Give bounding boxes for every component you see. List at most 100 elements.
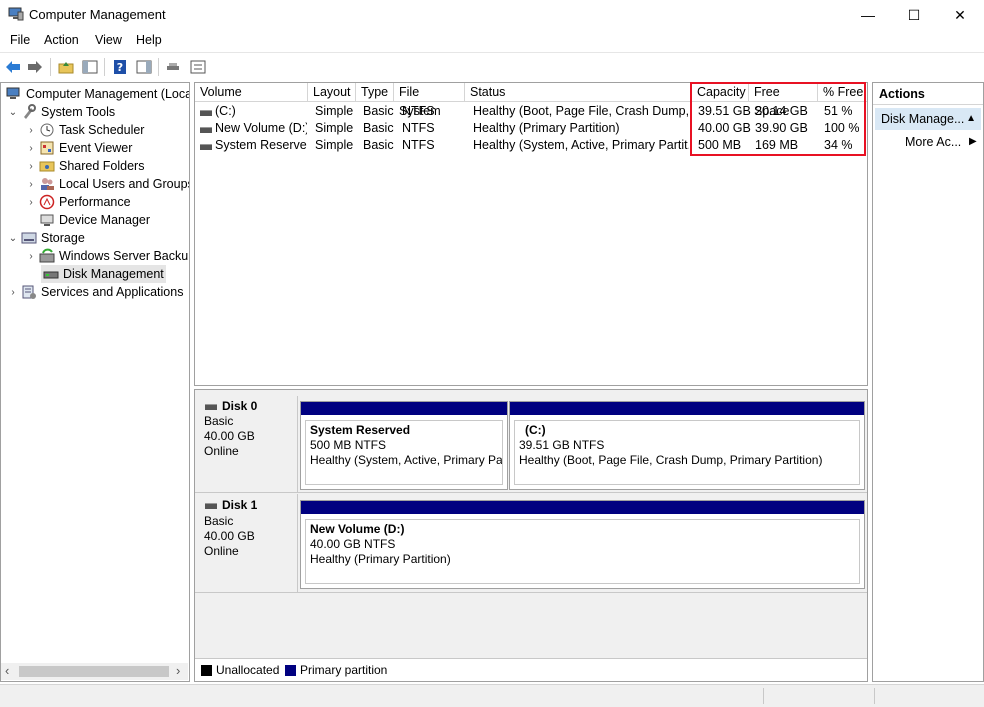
tree-node-device-manager[interactable]: Device Manager: [25, 211, 150, 229]
action-more-actions[interactable]: More Ac...: [905, 135, 961, 149]
tree-node-windows-server-backup[interactable]: › Windows Server Backup: [25, 247, 189, 265]
chevron-down-icon[interactable]: ⌄: [7, 107, 19, 118]
volume-name[interactable]: System Reserved: [215, 137, 307, 154]
partition-size: 40.00 GB NTFS: [310, 537, 396, 551]
tree-node-task-scheduler[interactable]: › Task Scheduler: [25, 121, 144, 139]
chevron-right-icon[interactable]: ›: [25, 143, 37, 154]
submenu-arrow-icon[interactable]: ▶: [969, 136, 977, 147]
chevron-right-icon[interactable]: ›: [25, 161, 37, 172]
computer-management-icon: [8, 7, 24, 21]
menu-help[interactable]: Help: [136, 33, 162, 47]
tree-label: Task Scheduler: [59, 123, 145, 137]
chevron-right-icon[interactable]: ›: [25, 179, 37, 190]
tree-label: Disk Management: [63, 267, 164, 281]
tree-node-local-users-groups[interactable]: › Local Users and Groups: [25, 175, 189, 193]
toolbar-separator: [158, 58, 159, 76]
tree-node-storage[interactable]: ⌄ Storage: [7, 229, 85, 247]
volume-name[interactable]: (C:): [215, 103, 307, 120]
toolbar-separator: [104, 58, 105, 76]
tree-node-disk-management[interactable]: Disk Management: [41, 265, 166, 283]
disk-1-info[interactable]: Disk 1 Basic 40.00 GB Online: [195, 494, 298, 592]
event-log-icon: [39, 140, 55, 156]
chevron-down-icon[interactable]: ⌄: [7, 233, 19, 244]
maximize-button[interactable]: ☐: [891, 0, 937, 30]
volume-name[interactable]: New Volume (D:): [215, 120, 307, 137]
legend-label-primary: Primary partition: [300, 663, 388, 677]
actions-pane: Actions Disk Manage... ▲ More Ac... ▶: [872, 82, 984, 682]
chevron-right-icon[interactable]: ›: [25, 125, 37, 136]
partition-c-drive[interactable]: (C:) 39.51 GB NTFS Healthy (Boot, Page F…: [509, 401, 865, 490]
menu-view[interactable]: View: [95, 33, 122, 47]
show-hide-tree-icon[interactable]: [81, 58, 99, 76]
volume-status: Healthy (Primary Partition): [473, 121, 620, 135]
disk-name: Disk 1: [222, 498, 258, 512]
tree-node-event-viewer[interactable]: › Event Viewer: [25, 139, 132, 157]
tree-label: Services and Applications: [41, 285, 184, 299]
partition-title: New Volume (D:): [310, 522, 405, 536]
column-header-file-system[interactable]: File System: [394, 83, 465, 118]
volume-type: Basic: [363, 138, 394, 152]
disk-state: Online: [204, 444, 239, 458]
disk-type: Basic: [204, 514, 234, 528]
menu-file[interactable]: File: [10, 33, 30, 47]
tree-label: Performance: [59, 195, 131, 209]
partition-system-reserved[interactable]: System Reserved 500 MB NTFS Healthy (Sys…: [300, 401, 508, 490]
volume-layout: Simple: [315, 138, 354, 152]
status-bar: [0, 684, 984, 707]
performance-icon: [39, 194, 55, 210]
column-header-type[interactable]: Type: [356, 83, 394, 102]
shared-folder-icon: [39, 158, 55, 174]
properties-icon[interactable]: [189, 58, 207, 76]
disk-icon: [205, 404, 217, 410]
show-hide-action-pane-icon[interactable]: [135, 58, 153, 76]
backup-icon: [39, 248, 55, 264]
chevron-right-icon[interactable]: ›: [25, 251, 37, 262]
tree-node-computer-management[interactable]: Computer Management (Local: [4, 85, 189, 103]
volume-status: Healthy (System, Active, Primary Partit.…: [473, 138, 689, 152]
svg-text:?: ?: [117, 61, 123, 74]
tree-node-shared-folders[interactable]: › Shared Folders: [25, 157, 144, 175]
users-icon: [39, 176, 55, 192]
tree-node-performance[interactable]: › Performance: [25, 193, 131, 211]
tree-node-system-tools[interactable]: ⌄ System Tools: [7, 103, 115, 121]
scroll-right-icon[interactable]: ›: [176, 663, 180, 678]
collapse-up-icon[interactable]: ▲: [966, 108, 976, 130]
menu-action[interactable]: Action: [44, 33, 79, 47]
disk-0-info[interactable]: Disk 0 Basic 40.00 GB Online: [195, 396, 298, 492]
chevron-right-icon[interactable]: ›: [7, 287, 19, 298]
scrollbar-thumb[interactable]: [19, 666, 169, 677]
volume-layout: Simple: [315, 104, 354, 118]
close-button[interactable]: ✕: [937, 0, 983, 30]
connect-icon[interactable]: [165, 58, 183, 76]
help-icon[interactable]: ?: [111, 58, 129, 76]
actions-header: Actions: [873, 83, 983, 105]
tree-label: Event Viewer: [59, 141, 133, 155]
partition-details: New Volume (D:) 40.00 GB NTFS Healthy (P…: [305, 519, 860, 584]
column-header-layout[interactable]: Layout: [308, 83, 356, 102]
back-arrow-icon[interactable]: [4, 58, 22, 76]
minimize-button[interactable]: —: [845, 0, 891, 30]
partition-size: 500 MB NTFS: [310, 438, 387, 452]
action-label: Disk Manage...: [881, 112, 965, 126]
partition-bar: [510, 402, 864, 415]
disk-management-icon: [43, 266, 59, 282]
partition-new-volume-d[interactable]: New Volume (D:) 40.00 GB NTFS Healthy (P…: [300, 500, 865, 589]
chevron-right-icon[interactable]: ›: [25, 197, 37, 208]
tree-node-services-applications[interactable]: › Services and Applications: [7, 283, 183, 301]
tree-horizontal-scrollbar[interactable]: ‹ ›: [1, 663, 188, 680]
divider: [195, 592, 867, 593]
column-header-status[interactable]: Status: [465, 83, 692, 102]
partition-title: (C:): [525, 423, 546, 437]
title-bar: Computer Management — ☐ ✕: [0, 0, 984, 30]
column-header-volume[interactable]: Volume: [195, 83, 308, 102]
window-title: Computer Management: [29, 7, 166, 22]
action-disk-management[interactable]: Disk Manage... ▲: [875, 108, 981, 130]
volume-icon: [200, 110, 212, 116]
forward-arrow-icon[interactable]: [26, 58, 44, 76]
scroll-left-icon[interactable]: ‹: [5, 663, 9, 678]
device-manager-icon: [39, 212, 55, 228]
up-folder-icon[interactable]: [57, 58, 75, 76]
disk-state: Online: [204, 544, 239, 558]
partition-bar: [301, 402, 507, 415]
menu-bar: File Action View Help: [0, 30, 984, 52]
